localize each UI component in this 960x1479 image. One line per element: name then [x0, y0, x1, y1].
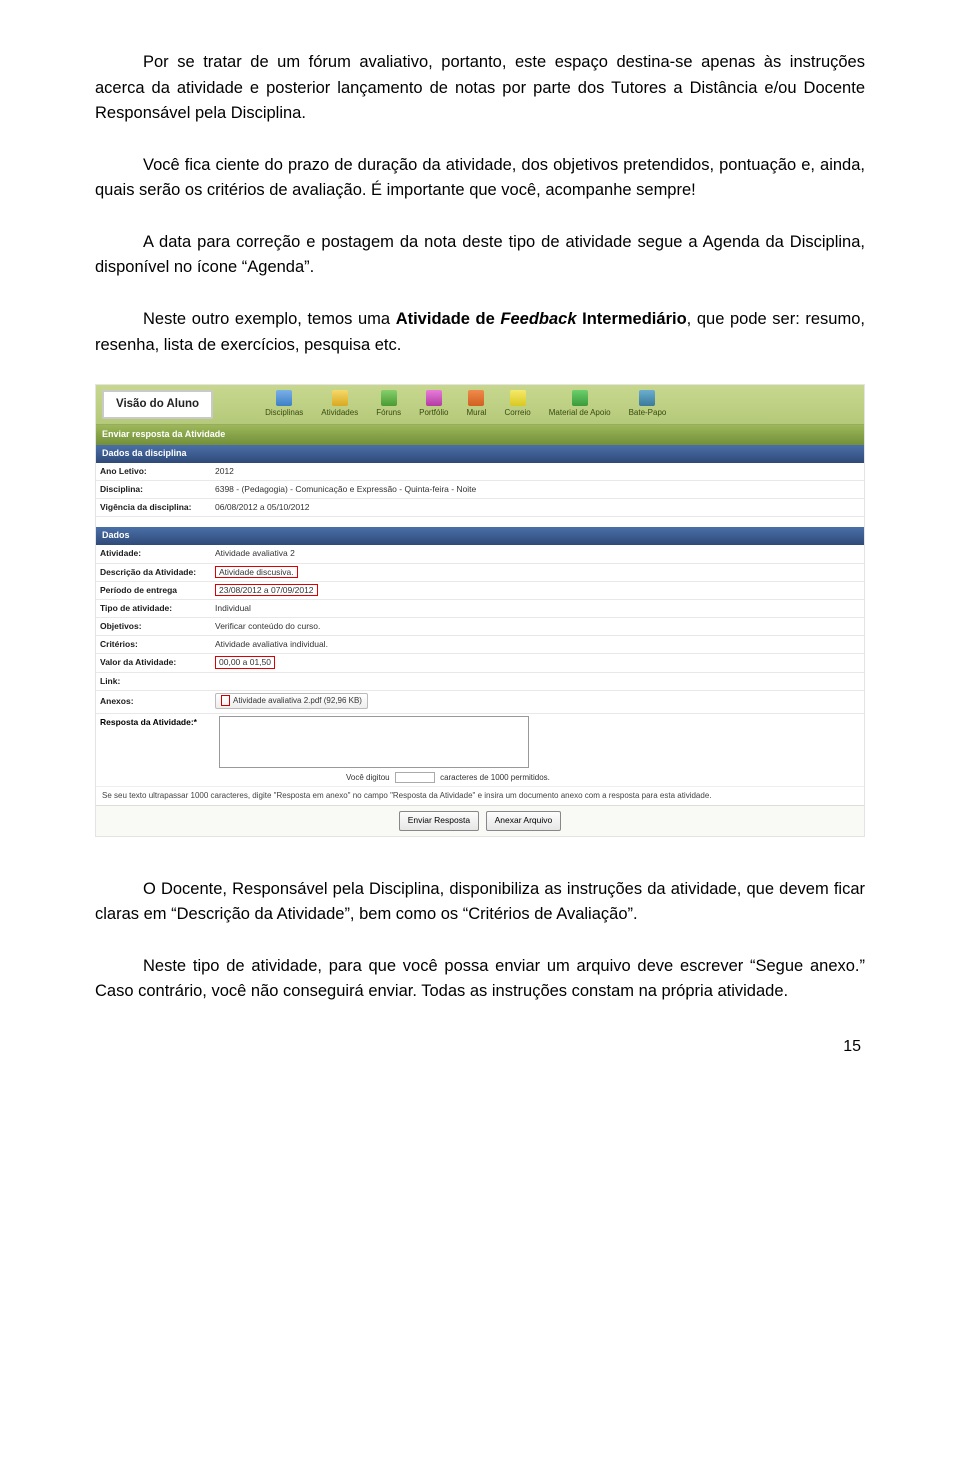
enviar-resposta-button[interactable]: Enviar Resposta	[399, 811, 479, 830]
nav-label: Bate-Papo	[629, 407, 667, 419]
nav-label: Disciplinas	[265, 407, 303, 419]
nav-atividades[interactable]: Atividades	[315, 388, 364, 421]
paragraph-2: Você fica ciente do prazo de duração da …	[95, 153, 865, 204]
nav-label: Atividades	[321, 407, 358, 419]
row-ano-letivo: Ano Letivo: 2012	[96, 463, 864, 481]
nav-foruns[interactable]: Fóruns	[370, 388, 407, 421]
row-disciplina: Disciplina: 6398 - (Pedagogia) - Comunic…	[96, 481, 864, 499]
value: 00,00 a 01,50	[211, 654, 864, 671]
nav-label: Mural	[466, 407, 486, 419]
hint-row: Se seu texto ultrapassar 1000 caracteres…	[96, 786, 864, 805]
value: 2012	[211, 463, 864, 480]
nav-portfolio[interactable]: Portfólio	[413, 388, 454, 421]
p4-bolditalic-c: Feedback	[500, 310, 576, 328]
pdf-icon	[221, 695, 230, 706]
value: 23/08/2012 a 07/09/2012	[211, 582, 864, 599]
label: Objetivos:	[96, 618, 211, 635]
attachment-link[interactable]: Atividade avaliativa 2.pdf (92,96 KB)	[215, 693, 368, 709]
nav-correio[interactable]: Correio	[499, 388, 537, 421]
label: Ano Letivo:	[96, 463, 211, 480]
nav-material[interactable]: Material de Apoio	[543, 388, 617, 421]
visao-do-aluno-badge: Visão do Aluno	[102, 390, 213, 419]
row-valor: Valor da Atividade: 00,00 a 01,50	[96, 654, 864, 672]
paragraph-6: Neste tipo de atividade, para que você p…	[95, 954, 865, 1005]
row-resposta: Resposta da Atividade:*	[96, 714, 864, 770]
row-anexos: Anexos: Atividade avaliativa 2.pdf (92,9…	[96, 691, 864, 714]
char-count-row: Você digitou caracteres de 1000 permitid…	[96, 770, 864, 786]
value: Verificar conteúdo do curso.	[211, 618, 864, 635]
row-atividade: Atividade: Atividade avaliativa 2	[96, 545, 864, 563]
label: Período de entrega	[96, 582, 211, 599]
label: Critérios:	[96, 636, 211, 653]
count-text-b: caracteres de 1000 permitidos.	[440, 773, 550, 782]
paragraph-3: A data para correção e postagem da nota …	[95, 230, 865, 281]
row-link: Link:	[96, 673, 864, 691]
label: Descrição da Atividade:	[96, 564, 211, 581]
value: Atividade discusiva.	[211, 564, 864, 581]
value: Individual	[211, 600, 864, 617]
value: Atividade avaliativa individual.	[211, 636, 864, 653]
label: Resposta da Atividade:*	[100, 716, 215, 729]
mural-icon	[468, 390, 484, 406]
highlight-descricao: Atividade discusiva.	[215, 566, 298, 578]
label: Vigência da disciplina:	[96, 499, 211, 516]
highlight-periodo: 23/08/2012 a 07/09/2012	[215, 584, 318, 596]
nav-batepapo[interactable]: Bate-Papo	[623, 388, 673, 421]
section-enviar-resposta: Enviar resposta da Atividade	[96, 425, 864, 445]
row-objetivos: Objetivos: Verificar conteúdo do curso.	[96, 618, 864, 636]
row-tipo: Tipo de atividade: Individual	[96, 600, 864, 618]
nav-disciplinas[interactable]: Disciplinas	[259, 388, 309, 421]
label: Valor da Atividade:	[96, 654, 211, 671]
label: Atividade:	[96, 545, 211, 562]
section-dados: Dados	[96, 527, 864, 545]
label: Tipo de atividade:	[96, 600, 211, 617]
portfolio-icon	[426, 390, 442, 406]
page-number: 15	[95, 1035, 865, 1060]
label: Link:	[96, 673, 211, 690]
material-icon	[572, 390, 588, 406]
section-dados-disciplina: Dados da disciplina	[96, 445, 864, 463]
topbar: Visão do Aluno Disciplinas Atividades Fó…	[96, 385, 864, 425]
paragraph-5: O Docente, Responsável pela Disciplina, …	[95, 877, 865, 928]
nav-label: Correio	[505, 407, 531, 419]
row-vigencia: Vigência da disciplina: 06/08/2012 a 05/…	[96, 499, 864, 517]
label: Anexos:	[96, 693, 211, 710]
highlight-valor: 00,00 a 01,50	[215, 656, 275, 668]
value: Atividade avaliativa 2	[211, 545, 864, 562]
forum-icon	[381, 390, 397, 406]
label: Disciplina:	[96, 481, 211, 498]
attachment-label: Atividade avaliativa 2.pdf (92,96 KB)	[233, 695, 362, 707]
row-descricao: Descrição da Atividade: Atividade discus…	[96, 564, 864, 582]
value: 6398 - (Pedagogia) - Comunicação e Expre…	[211, 481, 864, 498]
nav-mural[interactable]: Mural	[460, 388, 492, 421]
char-count-box	[395, 772, 435, 783]
resposta-textarea[interactable]	[219, 716, 529, 768]
mail-icon	[510, 390, 526, 406]
activity-icon	[332, 390, 348, 406]
book-icon	[276, 390, 292, 406]
anexar-arquivo-button[interactable]: Anexar Arquivo	[486, 811, 562, 830]
p4-bold-b: Atividade de	[396, 310, 501, 328]
count-text-a: Você digitou	[346, 773, 390, 782]
value	[211, 679, 864, 683]
row-criterios: Critérios: Atividade avaliativa individu…	[96, 636, 864, 654]
nav-label: Portfólio	[419, 407, 448, 419]
nav: Disciplinas Atividades Fóruns Portfólio …	[219, 385, 672, 424]
p4-text-a: Neste outro exemplo, temos uma	[143, 310, 396, 328]
chat-icon	[639, 390, 655, 406]
paragraph-1: Por se tratar de um fórum avaliativo, po…	[95, 50, 865, 127]
paragraph-4: Neste outro exemplo, temos uma Atividade…	[95, 307, 865, 358]
nav-label: Fóruns	[376, 407, 401, 419]
row-periodo: Período de entrega 23/08/2012 a 07/09/20…	[96, 582, 864, 600]
nav-label: Material de Apoio	[549, 407, 611, 419]
value: Atividade avaliativa 2.pdf (92,96 KB)	[211, 691, 864, 713]
button-row: Enviar Resposta Anexar Arquivo	[96, 805, 864, 835]
p4-bold-d: Intermediário	[577, 310, 687, 328]
value: 06/08/2012 a 05/10/2012	[211, 499, 864, 516]
embedded-screenshot: Visão do Aluno Disciplinas Atividades Fó…	[95, 384, 865, 837]
